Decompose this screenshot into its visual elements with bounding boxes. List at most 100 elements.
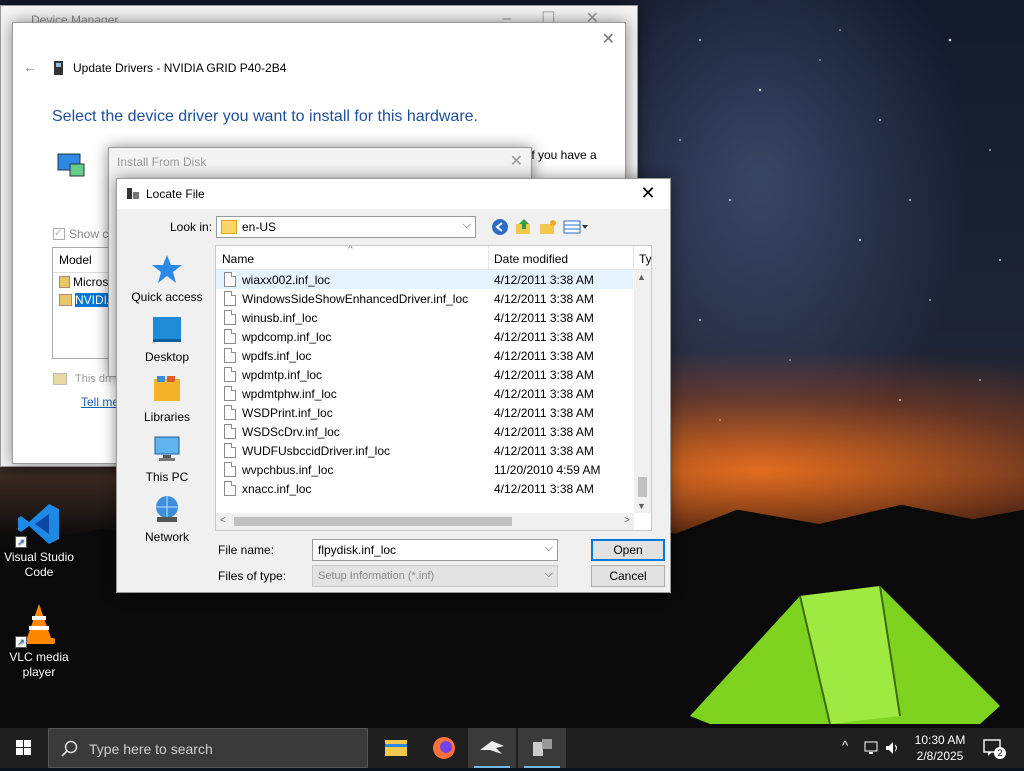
vlc-icon: ↗ (15, 600, 63, 648)
file-icon (224, 367, 236, 382)
computer-icon (154, 436, 180, 461)
network-status-icon[interactable] (864, 740, 882, 756)
scroll-thumb[interactable] (638, 477, 647, 497)
hardware-icon (57, 153, 85, 177)
file-row[interactable]: WSDScDrv.inf_loc4/12/2011 3:38 AMIN (216, 422, 651, 441)
taskbar-app-eagle[interactable] (468, 728, 516, 768)
column-name[interactable]: Name (222, 252, 254, 266)
file-name: WSDPrint.inf_loc (242, 406, 333, 420)
desktop-icon-vscode[interactable]: ↗ Visual Studio Code (0, 500, 78, 580)
file-date: 4/12/2011 3:38 AM (494, 406, 594, 420)
dialog-app-icon (127, 188, 139, 199)
chevron-down-icon[interactable]: ⌵ (545, 542, 553, 555)
scroll-thumb[interactable] (234, 517, 512, 526)
file-row[interactable]: WindowsSideShowEnhancedDriver.inf_loc 4/1… (216, 289, 651, 308)
file-icon (224, 348, 236, 363)
folder-icon (59, 294, 72, 306)
file-explorer-icon (385, 740, 407, 756)
search-placeholder: Type here to search (89, 741, 213, 757)
close-icon[interactable]: ✕ (634, 182, 662, 206)
vertical-scrollbar[interactable]: ▲ ▼ (634, 270, 651, 513)
wizard-title: Update Drivers - NVIDIA GRID P40-2B4 (73, 61, 287, 75)
scroll-right-icon[interactable]: > (624, 515, 630, 526)
chevron-down-icon: ⌵ (462, 219, 471, 231)
file-name: wvpchbus.inf_loc (242, 463, 334, 477)
show-hidden-icons-chevron[interactable]: ^ (842, 738, 848, 753)
vscode-icon: ↗ (15, 500, 63, 548)
horizontal-scrollbar[interactable]: < > (216, 513, 634, 530)
taskbar-file-explorer[interactable] (372, 728, 420, 768)
taskbar-firefox[interactable] (420, 728, 468, 768)
scroll-left-icon[interactable]: < (220, 515, 226, 526)
back-arrow-icon[interactable]: ← (23, 59, 37, 75)
file-name-input[interactable]: flpydisk.inf_loc ⌵ (312, 539, 558, 561)
up-folder-icon[interactable] (515, 218, 533, 236)
desktop-icon-label: player (22, 665, 56, 679)
file-icon (224, 310, 236, 325)
column-date-modified[interactable]: Date modified (494, 252, 568, 266)
file-name-value: flpydisk.inf_loc (318, 543, 397, 557)
libraries-icon (154, 376, 180, 401)
file-row[interactable]: wpdfs.inf_loc4/12/2011 3:38 AMIN (216, 346, 651, 365)
file-name: WindowsSideShowEnhancedDriver.inf_loc (242, 292, 469, 306)
windows-logo-icon (16, 740, 31, 755)
file-row[interactable]: wvpchbus.inf_loc11/20/2010 4:59 AMIN (216, 460, 651, 479)
navigation-toolbar (491, 218, 589, 236)
scroll-up-icon[interactable]: ▲ (637, 272, 646, 282)
taskbar-clock[interactable]: 10:30 AM 2/8/2025 (900, 732, 980, 764)
star-icon (152, 255, 182, 283)
file-row[interactable]: wiaxx002.inf_loc4/12/2011 3:38 AMIN (216, 270, 651, 289)
file-row[interactable]: xnacc.inf_loc4/12/2011 3:38 AMIN (216, 479, 651, 498)
new-folder-icon[interactable] (539, 218, 557, 236)
file-row[interactable]: wpdmtphw.inf_loc4/12/2011 3:38 AMIN (216, 384, 651, 403)
place-label: Desktop (144, 350, 190, 364)
file-name: wpdmtp.inf_loc (242, 368, 323, 382)
place-libraries[interactable]: Libraries (125, 373, 209, 424)
file-date: 4/12/2011 3:38 AM (494, 444, 594, 458)
file-date: 4/12/2011 3:38 AM (494, 349, 594, 363)
open-button[interactable]: Open (591, 539, 665, 561)
file-name-label: File name: (218, 543, 275, 557)
files-of-type-dropdown[interactable]: Setup Information (*.inf) ⌵ (312, 565, 558, 587)
scroll-down-icon[interactable]: ▼ (637, 501, 646, 511)
close-icon[interactable]: ✕ (510, 151, 523, 171)
volume-icon[interactable] (884, 740, 900, 756)
look-in-value: en-US (242, 220, 277, 234)
file-name: wiaxx002.inf_loc (242, 273, 331, 287)
file-row[interactable]: wpdmtp.inf_loc4/12/2011 3:38 AMIN (216, 365, 651, 384)
firefox-icon (433, 737, 455, 759)
file-date: 4/12/2011 3:38 AM (494, 387, 594, 401)
file-date: 11/20/2010 4:59 AM (494, 463, 601, 477)
file-row[interactable]: wpdcomp.inf_loc4/12/2011 3:38 AMIN (216, 327, 651, 346)
place-network[interactable]: Network (125, 493, 209, 544)
taskbar-device-manager[interactable] (518, 728, 566, 768)
place-quick-access[interactable]: Quick access (125, 253, 209, 304)
search-icon (61, 740, 78, 757)
file-row[interactable]: WUDFUsbccidDriver.inf_loc 4/12/2011 3:38 … (216, 441, 651, 460)
locate-file-dialog[interactable]: Locate File ✕ Look in: en-US ⌵ Quick acc… (116, 178, 671, 593)
look-in-dropdown[interactable]: en-US ⌵ (216, 216, 476, 238)
title-bar[interactable]: Locate File ✕ (117, 179, 670, 209)
taskbar-search-box[interactable]: Type here to search (48, 728, 368, 768)
desktop-icon-vlc[interactable]: ↗ VLC media player (0, 600, 78, 680)
view-menu-icon[interactable] (563, 218, 589, 236)
sort-caret-icon: ^ (348, 245, 353, 255)
tell-me-link[interactable]: Tell me (81, 395, 119, 409)
file-name: xnacc.inf_loc (242, 482, 312, 496)
file-list[interactable]: ^ Name Date modified Ty wiaxx002.inf_loc… (215, 245, 652, 531)
close-icon[interactable]: ✕ (602, 29, 615, 49)
file-row[interactable]: WSDPrint.inf_loc4/12/2011 3:38 AMIN (216, 403, 651, 422)
file-row[interactable]: winusb.inf_loc4/12/2011 3:38 AMIN (216, 308, 651, 327)
back-icon[interactable] (491, 218, 509, 236)
place-this-pc[interactable]: This PC (125, 433, 209, 484)
description-text: If you have a (528, 148, 597, 162)
place-desktop[interactable]: Desktop (125, 313, 209, 364)
cancel-button[interactable]: Cancel (591, 565, 665, 587)
column-type[interactable]: Ty (639, 252, 651, 266)
column-header-row: ^ Name Date modified Ty (216, 246, 651, 270)
show-compatible-checkbox[interactable]: ✓ Show co (53, 227, 115, 241)
file-date: 4/12/2011 3:38 AM (494, 368, 594, 382)
signed-driver-note: This dri (53, 373, 111, 385)
notification-center-icon[interactable]: 2 (982, 737, 1006, 759)
start-button[interactable] (0, 728, 48, 768)
